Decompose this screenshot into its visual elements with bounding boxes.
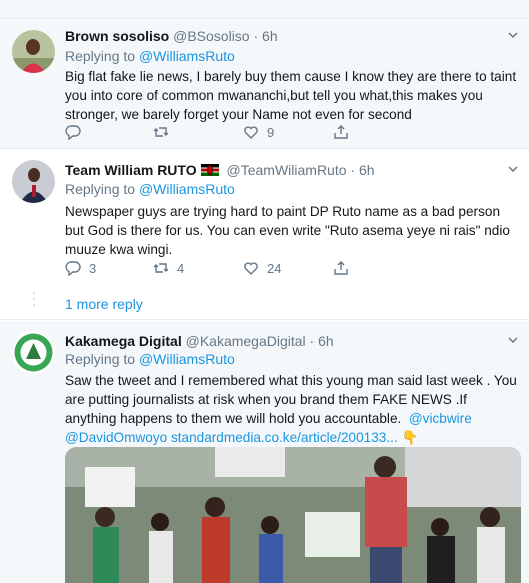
replying-to: Replying to @WilliamsRuto <box>65 48 235 64</box>
mention-vicbwire[interactable]: @vicbwire <box>409 411 472 426</box>
tweet-body: Saw the tweet and I remembered what this… <box>65 371 520 447</box>
replying-to-link[interactable]: @WilliamsRuto <box>139 351 235 367</box>
replying-prefix: Replying to <box>65 351 136 367</box>
mention-davidomwoyo[interactable]: @DavidOmwoyo <box>65 430 167 445</box>
tweet-header: Kakamega Digital @KakamegaDigital · 6h <box>65 333 334 349</box>
like-button[interactable]: 24 <box>243 260 281 276</box>
display-name[interactable]: Team William RUTO <box>65 162 197 178</box>
tweet-header: Team William RUTO @TeamWiliamRuto · 6h <box>65 162 375 178</box>
user-handle[interactable]: @TeamWiliamRuto <box>227 162 347 178</box>
article-link[interactable]: standardmedia.co.ke/article/200133... <box>171 430 398 445</box>
retweet-button[interactable]: 4 <box>153 260 184 276</box>
share-button[interactable] <box>333 124 349 140</box>
tweet-text: Big flat fake lie news, I barely buy the… <box>65 69 517 122</box>
avatar[interactable] <box>12 30 55 73</box>
retweet-icon <box>153 127 169 137</box>
reply-count: 3 <box>89 260 97 276</box>
like-count: 9 <box>267 124 275 140</box>
tweet-brown-sosoliso[interactable]: Brown sosoliso @BSosoliso · 6h Replying … <box>0 19 529 149</box>
separator: · <box>309 333 315 349</box>
like-count: 24 <box>267 260 282 276</box>
avatar[interactable] <box>12 331 55 374</box>
tweet-photo[interactable] <box>65 447 521 583</box>
reply-icon <box>65 261 81 276</box>
more-replies-link[interactable]: 1 more reply <box>65 296 143 312</box>
share-button[interactable] <box>333 260 349 276</box>
reply-icon <box>65 125 81 140</box>
share-icon <box>334 125 348 139</box>
chevron-down-icon[interactable] <box>507 334 519 346</box>
reply-button[interactable]: 3 <box>65 260 96 276</box>
like-icon <box>244 126 258 139</box>
tweet-text: Newspaper guys are trying hard to paint … <box>65 204 510 257</box>
tweet-actions: 3 4 24 <box>65 260 395 280</box>
replying-to-link[interactable]: @WilliamsRuto <box>139 48 235 64</box>
kenya-flag-icon <box>200 164 219 176</box>
reply-button[interactable] <box>65 124 89 140</box>
like-button[interactable]: 9 <box>243 124 274 140</box>
like-icon <box>244 262 258 275</box>
replying-to-link[interactable]: @WilliamsRuto <box>139 181 235 197</box>
previous-tweet-edge <box>0 0 529 19</box>
separator: · <box>350 162 356 178</box>
timestamp[interactable]: 6h <box>262 28 278 44</box>
retweet-button[interactable] <box>153 124 177 140</box>
chevron-down-icon[interactable] <box>507 29 519 41</box>
tweet-header: Brown sosoliso @BSosoliso · 6h <box>65 28 278 44</box>
thread-dots <box>33 292 36 310</box>
timestamp[interactable]: 6h <box>359 162 375 178</box>
pointing-down-emoji: 👇 <box>401 430 419 445</box>
retweet-icon <box>153 263 169 273</box>
replying-prefix: Replying to <box>65 48 136 64</box>
avatar[interactable] <box>12 160 55 203</box>
user-handle[interactable]: @KakamegaDigital <box>186 333 306 349</box>
replying-prefix: Replying to <box>65 181 136 197</box>
tweet-team-william-ruto[interactable]: Team William RUTO @TeamWiliamRuto · 6h R… <box>0 150 529 320</box>
timestamp[interactable]: 6h <box>318 333 334 349</box>
share-icon <box>334 261 348 275</box>
tweet-actions: 9 <box>65 124 395 144</box>
display-name[interactable]: Kakamega Digital <box>65 333 182 349</box>
retweet-count: 4 <box>177 260 185 276</box>
separator: · <box>253 28 259 44</box>
replying-to: Replying to @WilliamsRuto <box>65 351 235 367</box>
chevron-down-icon[interactable] <box>507 163 519 175</box>
display-name[interactable]: Brown sosoliso <box>65 28 169 44</box>
user-handle[interactable]: @BSosoliso <box>173 28 249 44</box>
replying-to: Replying to @WilliamsRuto <box>65 181 235 197</box>
tweet-kakamega-digital[interactable]: Kakamega Digital @KakamegaDigital · 6h R… <box>0 321 529 583</box>
